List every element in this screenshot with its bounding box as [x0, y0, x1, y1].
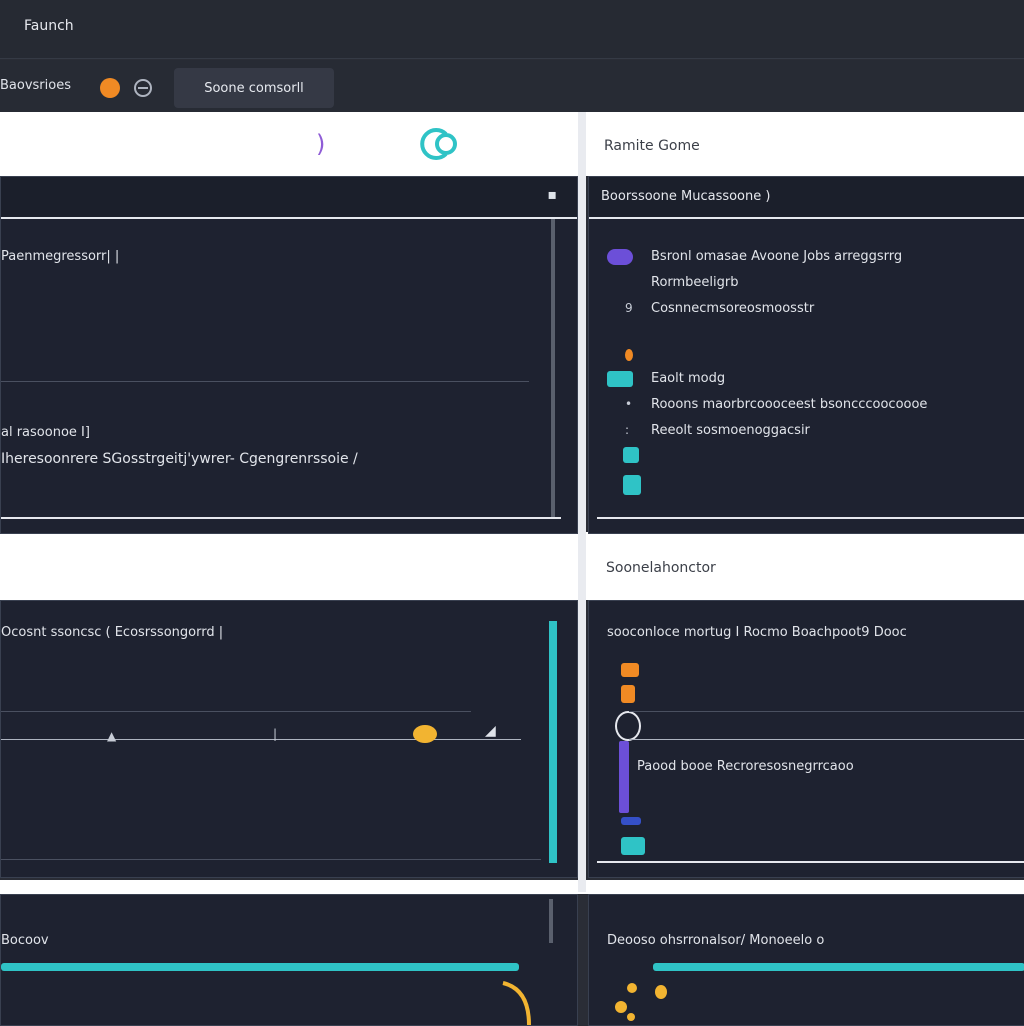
logo-c-icon — [420, 128, 457, 160]
list-item[interactable]: Eaolt modg — [651, 371, 725, 386]
glyph: • — [625, 397, 633, 411]
progress-bar — [1, 963, 519, 971]
glyph: 9 — [625, 301, 633, 315]
list-item[interactable]: Cosnnecmsoreosmoosstr — [651, 301, 814, 316]
status-dot-icon — [100, 78, 120, 98]
mid-band — [0, 532, 1024, 600]
timeline-marker-icon[interactable] — [413, 725, 437, 743]
accent-mark-icon: ) — [316, 130, 326, 158]
scrollbar[interactable] — [551, 219, 555, 519]
list-item[interactable]: Rooons maorbrcoooceest bsoncccoocoooe — [651, 397, 927, 412]
panel-row: Iheresoonrere SGosstrgeitj'ywrer- Cgengr… — [1, 451, 358, 467]
list-item[interactable]: Bsronl omasae Avoone Jobs arreggsrrg — [651, 249, 902, 264]
panel-title: sooconloce mortug I Rocmo Boachpoot9 Doo… — [607, 625, 907, 640]
legend-blue-icon — [621, 817, 641, 825]
timeline-line — [629, 739, 1024, 740]
legend-purple-icon — [607, 249, 633, 265]
mid-right-band-label: Soonelahonctor — [606, 560, 716, 576]
scrollbar[interactable] — [549, 621, 557, 863]
panel-top-left: ▪ Paenmegressorr| | al rasoonoe I] Ihere… — [0, 176, 578, 534]
toolbar: Baovsrioes Soone comsorll — [0, 60, 1024, 112]
marker-dot-icon — [655, 985, 667, 999]
search-icon[interactable] — [615, 711, 641, 741]
divider — [1, 859, 541, 860]
legend-teal-icon — [623, 475, 641, 495]
panel-title: Ocosnt ssoncsc ( Ecosrssongorrd | — [1, 625, 224, 640]
marker-dot-icon — [627, 1013, 635, 1021]
app-title: Faunch — [24, 18, 74, 34]
panel-menu-icon[interactable]: ▪ — [548, 187, 558, 203]
scrollbar[interactable] — [549, 899, 553, 943]
top-band — [0, 112, 1024, 176]
arrow-icon: ◢ — [485, 723, 496, 739]
glyph: : — [625, 423, 630, 437]
panel-row: Paood booe Recroresosnegrrcaoo — [637, 759, 854, 774]
divider — [1, 711, 471, 712]
purple-bar — [619, 741, 629, 813]
divider — [597, 517, 1024, 519]
bullet-orange-icon — [625, 349, 633, 361]
title-bar: Faunch — [0, 0, 1024, 59]
column-divider — [578, 112, 586, 892]
panel-bottom-left: Bocoov — [0, 894, 578, 1026]
progress-bar — [653, 963, 1024, 971]
panel-top-right-head: Boorssoone Mucassoone ) — [589, 177, 1024, 219]
panel-top-left-head: ▪ — [1, 177, 577, 219]
tick-mark: ▲ — [107, 729, 117, 743]
divider — [1, 381, 529, 382]
legend-orange-icon — [621, 685, 635, 703]
legend-teal-icon — [623, 447, 639, 463]
panel-title: Bocoov — [1, 933, 49, 948]
divider — [597, 861, 1024, 863]
panel-row: al rasoonoe I] — [1, 425, 90, 440]
panel-title: Deooso ohsrronalsor/ Monoeelo o — [607, 933, 825, 948]
nav-label[interactable]: Baovsrioes — [0, 78, 71, 93]
link-icon[interactable] — [132, 78, 154, 98]
toolbar-action-button[interactable]: Soone comsorll — [174, 68, 334, 108]
divider — [1, 517, 561, 519]
top-right-band-label: Ramite Gome — [604, 138, 700, 154]
tick-mark: | — [273, 727, 278, 741]
panel-row: Paenmegressorr| | — [1, 249, 120, 264]
panel-mid-right: sooconloce mortug I Rocmo Boachpoot9 Doo… — [588, 600, 1024, 878]
bottom-band — [0, 880, 1024, 894]
divider — [629, 711, 1024, 712]
panel-top-right: Boorssoone Mucassoone ) Bsronl omasae Av… — [588, 176, 1024, 534]
arc-icon — [502, 981, 531, 1025]
panel-title: Boorssoone Mucassoone ) — [601, 189, 771, 204]
legend-teal-icon — [607, 371, 633, 387]
panel-bottom-right: Deooso ohsrronalsor/ Monoeelo o — [588, 894, 1024, 1026]
list-item[interactable]: Rormbeeligrb — [651, 275, 739, 290]
panel-mid-left: Ocosnt ssoncsc ( Ecosrssongorrd | ▲ | ◢ — [0, 600, 578, 878]
marker-dot-icon — [615, 1001, 627, 1013]
legend-orange-icon — [621, 663, 639, 677]
legend-teal-icon — [621, 837, 645, 855]
timeline-line — [1, 739, 521, 740]
marker-dot-icon — [627, 983, 637, 993]
list-item[interactable]: Reeolt sosmoenoggacsir — [651, 423, 810, 438]
